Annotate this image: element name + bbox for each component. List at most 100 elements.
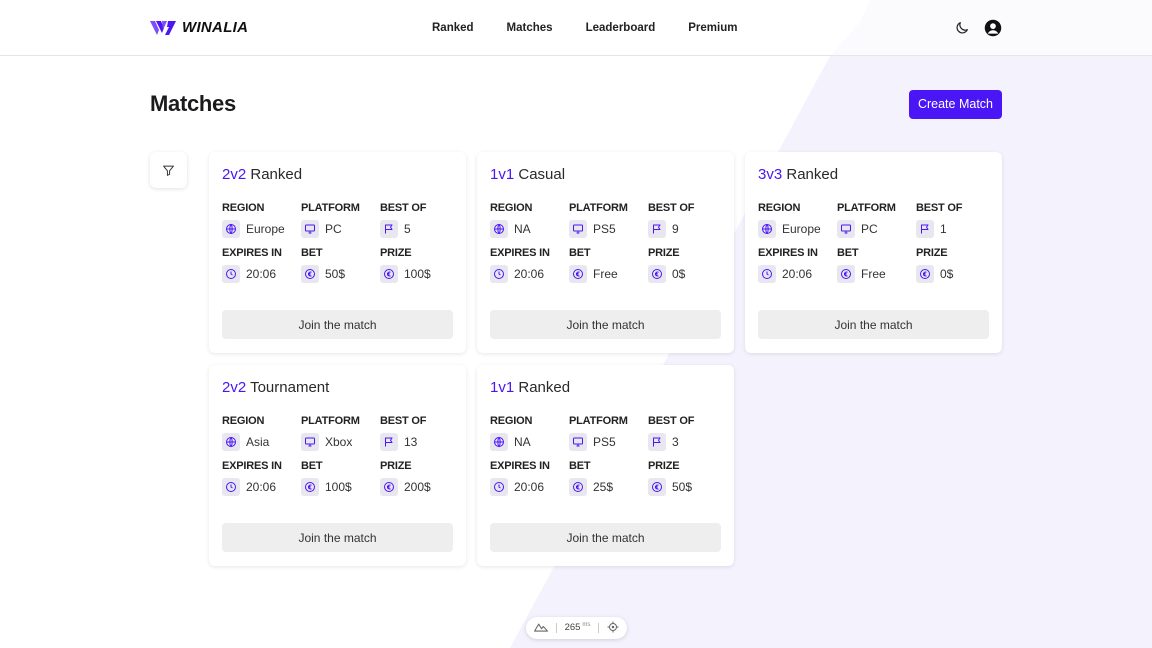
platform-label: PLATFORM [569, 415, 628, 427]
expires-in-label: EXPIRES IN [490, 247, 550, 259]
field-prize: PRIZE 0$ [648, 247, 727, 283]
crosshair-icon[interactable] [607, 621, 619, 636]
field-platform: PLATFORM Xbox [301, 415, 380, 451]
bet-label: BET [569, 460, 591, 472]
logo[interactable]: WINALIA [150, 19, 350, 36]
match-card: 2v2 Ranked REGION Europe PLATFORM PC BES… [209, 152, 466, 353]
expires-in-label: EXPIRES IN [222, 460, 282, 472]
match-title: 3v3 Ranked [758, 166, 989, 186]
expires-in-value: 20:06 [246, 267, 277, 281]
match-type: Ranked [786, 166, 839, 183]
top-navbar: WINALIA Ranked Matches Leaderboard Premi… [0, 0, 1152, 56]
expires-in-value: 20:06 [246, 480, 277, 494]
field-best-of: BEST OF 9 [648, 202, 727, 238]
euro-icon [648, 265, 666, 283]
platform-label: PLATFORM [301, 202, 360, 214]
nav-matches[interactable]: Matches [507, 22, 553, 34]
status-divider [598, 623, 600, 633]
globe-icon [222, 220, 240, 238]
region-label: REGION [490, 202, 533, 214]
best-of-label: BEST OF [916, 202, 963, 214]
create-match-button[interactable]: Create Match [908, 89, 1002, 119]
field-expires-in: EXPIRES IN 20:06 [222, 460, 301, 496]
region-label: REGION [490, 415, 533, 427]
field-region: REGION NA [490, 202, 569, 238]
platform-label: PLATFORM [837, 202, 896, 214]
bet-value: Free [861, 267, 886, 281]
field-prize: PRIZE 200$ [380, 460, 459, 496]
region-value: Europe [246, 222, 285, 236]
euro-icon [569, 265, 587, 283]
page-title: Matches [150, 91, 236, 116]
title-row: Matches Create Match [150, 89, 1002, 119]
flag-icon [648, 433, 666, 451]
platform-value: PC [861, 222, 878, 236]
user-account-icon[interactable] [984, 19, 1002, 37]
nav-leaderboard[interactable]: Leaderboard [586, 22, 656, 34]
field-prize: PRIZE 100$ [380, 247, 459, 283]
match-card: 1v1 Ranked REGION NA PLATFORM PS5 BEST O… [477, 365, 734, 566]
expires-in-value: 20:06 [514, 480, 545, 494]
platform-label: PLATFORM [301, 415, 360, 427]
field-expires-in: EXPIRES IN 20:06 [490, 247, 569, 283]
best-of-value: 13 [404, 435, 418, 449]
match-fields: REGION Asia PLATFORM Xbox BEST OF 13 EXP… [222, 415, 453, 496]
match-type: Ranked [250, 166, 303, 183]
expires-in-label: EXPIRES IN [758, 247, 818, 259]
match-fields: REGION Europe PLATFORM PC BEST [758, 202, 989, 283]
join-match-button[interactable]: Join the match [222, 310, 453, 339]
euro-icon [301, 478, 319, 496]
platform-value: Xbox [325, 435, 353, 449]
bet-value: Free [593, 267, 618, 281]
match-grid: 2v2 Ranked REGION Europe PLATFORM PC BES… [209, 152, 1002, 566]
prize-label: PRIZE [648, 460, 680, 472]
match-fields: REGION Europe PLATFORM PC BEST [222, 202, 453, 283]
expires-in-value: 20:06 [782, 267, 813, 281]
monitor-icon [837, 220, 855, 238]
status-bar: 265 ms [526, 617, 627, 639]
field-prize: PRIZE 50$ [648, 460, 727, 496]
nav-premium[interactable]: Premium [688, 22, 737, 34]
prize-label: PRIZE [380, 247, 412, 259]
region-value: Asia [246, 435, 270, 449]
best-of-label: BEST OF [380, 415, 427, 427]
mountain-icon[interactable] [534, 622, 548, 635]
euro-icon [301, 265, 319, 283]
field-best-of: BEST OF 13 [380, 415, 459, 451]
join-match-button[interactable]: Join the match [490, 310, 721, 339]
match-title: 1v1 Casual [490, 166, 721, 186]
field-expires-in: EXPIRES IN 20:06 [490, 460, 569, 496]
join-match-button[interactable]: Join the match [222, 523, 453, 552]
expires-in-label: EXPIRES IN [222, 247, 282, 259]
join-match-button[interactable]: Join the match [490, 523, 721, 552]
join-match-button[interactable]: Join the match [758, 310, 989, 339]
globe-icon [222, 433, 240, 451]
match-title: 2v2 Ranked [222, 166, 453, 186]
latency-readout: 265 ms [565, 622, 591, 633]
field-expires-in: EXPIRES IN 20:06 [222, 247, 301, 283]
monitor-icon [301, 220, 319, 238]
match-fields: REGION NA PLATFORM PS5 BEST OF [490, 415, 721, 496]
field-best-of: BEST OF 3 [648, 415, 727, 451]
euro-icon [837, 265, 855, 283]
latency-value: 265 [564, 622, 581, 634]
prize-value: 200$ [404, 480, 431, 494]
field-bet: BET Free [569, 247, 648, 283]
flag-icon [916, 220, 934, 238]
match-mode: 2v2 [222, 166, 247, 183]
expires-in-value: 20:06 [514, 267, 545, 281]
field-prize: PRIZE 0$ [916, 247, 995, 283]
nav-ranked[interactable]: Ranked [432, 22, 474, 34]
bet-value: 25$ [593, 480, 614, 494]
match-card: 1v1 Casual REGION NA PLATFORM PS5 BEST O… [477, 152, 734, 353]
best-of-label: BEST OF [648, 202, 695, 214]
field-platform: PLATFORM PC [837, 202, 916, 238]
match-mode: 2v2 [222, 379, 247, 396]
logo-icon [150, 20, 176, 35]
field-region: REGION Asia [222, 415, 301, 451]
moon-icon[interactable] [954, 20, 970, 36]
match-title: 2v2 Tournament [222, 379, 453, 399]
flag-icon [648, 220, 666, 238]
field-region: REGION Europe [758, 202, 837, 238]
filter-button[interactable] [150, 152, 187, 188]
